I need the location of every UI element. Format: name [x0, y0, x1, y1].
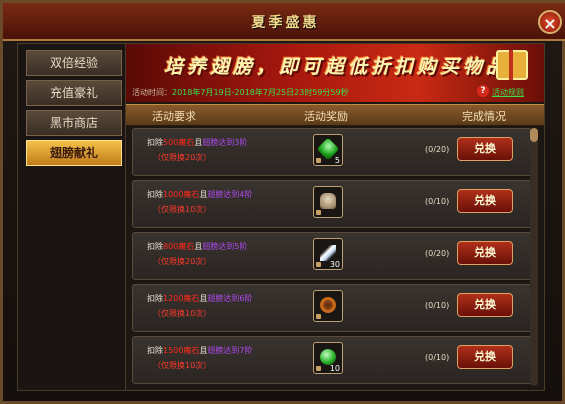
banner-slogan: 培养翅膀，即可超低折扣购买物品: [164, 56, 510, 78]
ring-icon: [320, 297, 336, 313]
time-value: 2018年7月19日-2018年7月25日23时59分59秒: [172, 88, 349, 97]
requirement-text: 扣除1000魔石且翅膀达到4阶: [147, 189, 252, 200]
scrollbar[interactable]: [530, 128, 538, 386]
sidebar-item-recharge[interactable]: 充值豪礼: [26, 80, 122, 106]
event-banner: 培养翅膀，即可超低折扣购买物品 活动时间：2018年7月19日-2018年7月2…: [126, 44, 544, 102]
req-prefix: 扣除: [147, 190, 163, 199]
req-prefix: 扣除: [147, 242, 163, 251]
gift-box-icon: [496, 50, 528, 80]
reward-item[interactable]: [313, 290, 343, 322]
table-row: 扣除500魔石且翅膀达到3阶 （仅限换20次） 5 (0/20) 兑换: [132, 128, 532, 176]
requirement-text: 扣除1200魔石且翅膀达到6阶: [147, 293, 252, 304]
time-label: 活动时间：: [132, 88, 172, 97]
progress-text: (0/20): [425, 145, 450, 154]
window-title: 夏季盛惠: [251, 15, 320, 31]
progress-text: (0/10): [425, 197, 450, 206]
header-status: 完成情况: [462, 110, 506, 123]
orb-icon: [320, 349, 336, 365]
table-row: 扣除1000魔石且翅膀达到4阶 （仅限换10次） (0/10) 兑换: [132, 180, 532, 228]
main-panel: 培养翅膀，即可超低折扣购买物品 活动时间：2018年7月19日-2018年7月2…: [125, 43, 545, 391]
reward-item[interactable]: 30: [313, 238, 343, 270]
sidebar-item-black-market[interactable]: 黑市商店: [26, 110, 122, 136]
table-row: 扣除800魔石且翅膀达到5阶 （仅限换20次） 30 (0/20) 兑换: [132, 232, 532, 280]
item-qty: 30: [329, 260, 340, 269]
requirement-text: 扣除500魔石且翅膀达到3阶: [147, 137, 247, 148]
requirement-text: 扣除800魔石且翅膀达到5阶: [147, 241, 247, 252]
req-limit: （仅限换10次）: [153, 361, 212, 370]
req-limit: （仅限换10次）: [153, 205, 212, 214]
exchange-button[interactable]: 兑换: [457, 137, 513, 161]
req-limit: （仅限换10次）: [153, 309, 212, 318]
reward-item[interactable]: 5: [313, 134, 343, 166]
requirement-text: 扣除1500魔石且翅膀达到7阶: [147, 345, 252, 356]
reward-item[interactable]: 10: [313, 342, 343, 374]
req-condition: 翅膀达到7阶: [207, 346, 253, 355]
reward-item[interactable]: [313, 186, 343, 218]
lock-icon: [316, 158, 321, 163]
req-condition: 翅膀达到4阶: [207, 190, 253, 199]
header-requirement: 活动要求: [152, 110, 196, 123]
req-condition: 翅膀达到6阶: [207, 294, 253, 303]
req-condition: 翅膀达到5阶: [202, 242, 248, 251]
req-condition: 翅膀达到3阶: [202, 138, 248, 147]
sidebar: 双倍经验 充值豪礼 黑市商店 翅膀献礼: [17, 43, 131, 391]
exchange-button[interactable]: 兑换: [457, 241, 513, 265]
table-row: 扣除1500魔石且翅膀达到7阶 （仅限换10次） 10 (0/10) 兑换: [132, 336, 532, 384]
lock-icon: [316, 210, 321, 215]
progress-text: (0/20): [425, 249, 450, 258]
title-bar: 夏季盛惠 ×: [3, 3, 565, 41]
feather-icon: [320, 245, 336, 261]
rules-link[interactable]: 活动规则: [492, 87, 524, 98]
exchange-button[interactable]: 兑换: [457, 345, 513, 369]
progress-text: (0/10): [425, 301, 450, 310]
exchange-button[interactable]: 兑换: [457, 293, 513, 317]
req-amount: 1500魔石: [163, 346, 200, 355]
bag-icon: [320, 193, 336, 209]
req-prefix: 扣除: [147, 346, 163, 355]
req-amount: 1200魔石: [163, 294, 200, 303]
sidebar-item-wings-gift[interactable]: 翅膀献礼: [26, 140, 122, 166]
header-reward: 活动奖励: [304, 110, 348, 123]
item-qty: 10: [329, 364, 340, 373]
req-prefix: 扣除: [147, 138, 163, 147]
req-amount: 800魔石: [163, 242, 195, 251]
lock-icon: [316, 262, 321, 267]
event-window: 夏季盛惠 × 双倍经验 充值豪礼 黑市商店 翅膀献礼 培养翅膀，即可超低折扣购买…: [0, 0, 565, 404]
req-amount: 500魔石: [163, 138, 195, 147]
req-limit: （仅限换20次）: [153, 257, 212, 266]
scroll-thumb[interactable]: [530, 128, 538, 142]
close-icon[interactable]: ×: [538, 10, 562, 34]
event-time: 活动时间：2018年7月19日-2018年7月25日23时59分59秒: [132, 87, 349, 98]
lock-icon: [316, 314, 321, 319]
item-qty: 5: [334, 156, 340, 165]
lock-icon: [316, 366, 321, 371]
table-row: 扣除1200魔石且翅膀达到6阶 （仅限换10次） (0/10) 兑换: [132, 284, 532, 332]
progress-text: (0/10): [425, 353, 450, 362]
sidebar-item-double-exp[interactable]: 双倍经验: [26, 50, 122, 76]
req-amount: 1000魔石: [163, 190, 200, 199]
table-header: 活动要求 活动奖励 完成情况: [126, 104, 544, 126]
help-icon[interactable]: ?: [477, 85, 489, 97]
req-limit: （仅限换20次）: [153, 153, 212, 162]
exchange-button[interactable]: 兑换: [457, 189, 513, 213]
req-prefix: 扣除: [147, 294, 163, 303]
